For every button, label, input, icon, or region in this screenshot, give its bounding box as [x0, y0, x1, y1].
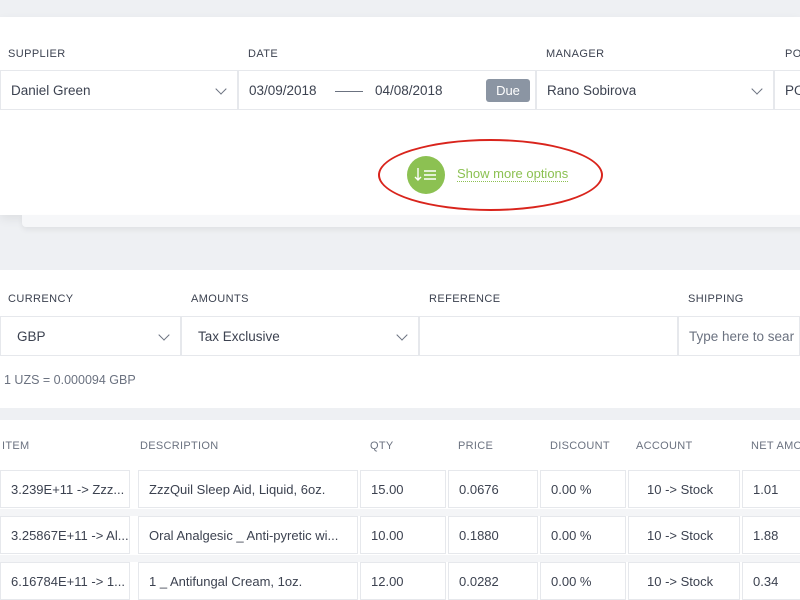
discount-cell[interactable]: 0.00 %	[540, 562, 626, 600]
account-cell[interactable]: 10 -> Stock	[628, 516, 740, 554]
discount-cell[interactable]: 0.00 %	[540, 470, 626, 508]
qty-cell[interactable]: 12.00	[360, 562, 446, 600]
manager-select[interactable]: Rano Sobirova	[536, 70, 774, 110]
shipping-input[interactable]: Type here to sear	[678, 316, 800, 356]
supplier-label: SUPPLIER	[8, 48, 66, 60]
show-more-options-link[interactable]: Show more options	[457, 166, 569, 182]
table-row[interactable]: 3.239E+11 -> Zzz... ZzzQuil Sleep Aid, L…	[0, 470, 800, 508]
price-cell[interactable]: 0.0676	[448, 470, 538, 508]
col-header-net-amount: NET AMO	[751, 440, 800, 452]
card-stack-edge	[22, 215, 800, 227]
description-cell[interactable]: 1 _ Antifungal Cream, 1oz.	[138, 562, 358, 600]
reference-input[interactable]	[419, 316, 678, 356]
col-header-price: PRICE	[458, 440, 494, 452]
row-separator	[0, 555, 800, 562]
net-amount-cell: 1.01	[742, 470, 800, 508]
table-row[interactable]: 3.25867E+11 -> Al... Oral Analgesic _ An…	[0, 516, 800, 554]
date-separator	[335, 91, 363, 92]
currency-value: GBP	[17, 328, 46, 344]
col-header-description: DESCRIPTION	[140, 440, 219, 452]
currency-select[interactable]: GBP	[0, 316, 181, 356]
col-header-qty: QTY	[370, 440, 394, 452]
chevron-down-icon	[751, 83, 763, 95]
chevron-down-icon	[396, 329, 408, 341]
manager-label: MANAGER	[546, 48, 605, 60]
chevron-down-icon	[158, 329, 170, 341]
po-value: PO	[785, 82, 800, 98]
col-header-account: ACCOUNT	[636, 440, 693, 452]
row-separator	[0, 509, 800, 516]
col-header-discount: DISCOUNT	[550, 440, 610, 452]
manager-value: Rano Sobirova	[547, 82, 637, 98]
net-amount-cell: 1.88	[742, 516, 800, 554]
account-cell[interactable]: 10 -> Stock	[628, 470, 740, 508]
date-from-input[interactable]: 03/09/2018	[239, 83, 317, 98]
description-cell[interactable]: ZzzQuil Sleep Aid, Liquid, 6oz.	[138, 470, 358, 508]
item-cell[interactable]: 3.239E+11 -> Zzz...	[0, 470, 130, 508]
table-row[interactable]: 6.16784E+11 -> 1... 1 _ Antifungal Cream…	[0, 562, 800, 600]
po-field[interactable]: PO	[774, 70, 800, 110]
amounts-label: AMOUNTS	[191, 293, 249, 305]
date-label: DATE	[248, 48, 279, 60]
reference-label: REFERENCE	[429, 293, 501, 305]
date-to-input[interactable]: 04/08/2018	[365, 83, 443, 98]
col-header-item: ITEM	[2, 440, 30, 452]
show-more-options-button[interactable]	[407, 156, 445, 194]
item-cell[interactable]: 3.25867E+11 -> Al...	[0, 516, 130, 554]
net-amount-cell: 0.34	[742, 562, 800, 600]
currency-label: CURRENCY	[8, 293, 74, 305]
qty-cell[interactable]: 15.00	[360, 470, 446, 508]
price-cell[interactable]: 0.0282	[448, 562, 538, 600]
chevron-down-icon	[215, 83, 227, 95]
discount-cell[interactable]: 0.00 %	[540, 516, 626, 554]
sort-list-icon	[414, 168, 436, 181]
show-more-options-area: Show more options	[378, 139, 603, 211]
description-cell[interactable]: Oral Analgesic _ Anti-pyretic wi...	[138, 516, 358, 554]
shipping-placeholder: Type here to sear	[689, 328, 795, 344]
supplier-value: Daniel Green	[11, 82, 91, 98]
amounts-value: Tax Exclusive	[198, 328, 280, 344]
exchange-rate-text: 1 UZS = 0.000094 GBP	[4, 373, 136, 387]
account-cell[interactable]: 10 -> Stock	[628, 562, 740, 600]
price-cell[interactable]: 0.1880	[448, 516, 538, 554]
due-button[interactable]: Due	[486, 79, 530, 102]
supplier-select[interactable]: Daniel Green	[0, 70, 238, 110]
qty-cell[interactable]: 10.00	[360, 516, 446, 554]
amounts-select[interactable]: Tax Exclusive	[181, 316, 419, 356]
po-label: PO	[785, 48, 800, 60]
shipping-label: SHIPPING	[688, 293, 744, 305]
item-cell[interactable]: 6.16784E+11 -> 1...	[0, 562, 130, 600]
